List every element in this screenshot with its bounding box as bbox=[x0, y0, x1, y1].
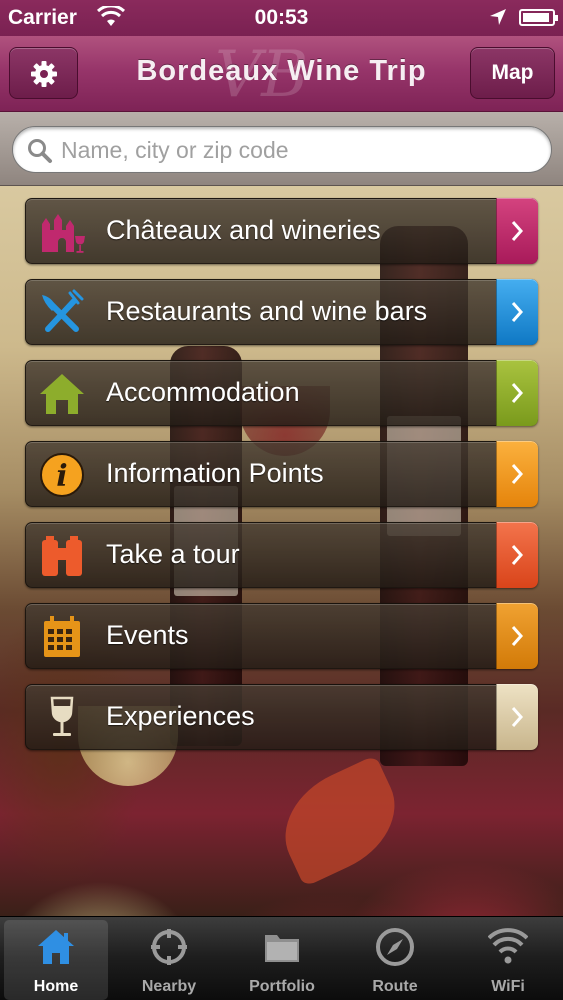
menu-item-experiences[interactable]: Experiences bbox=[25, 684, 538, 750]
menu-item-label: Information Points bbox=[106, 458, 324, 488]
status-bar: Carrier 00:53 bbox=[0, 0, 563, 36]
location-arrow-icon bbox=[488, 7, 508, 33]
chateau-icon bbox=[42, 214, 85, 253]
chevron-right-icon[interactable] bbox=[496, 198, 538, 264]
tab-label: Home bbox=[33, 978, 79, 995]
house-icon bbox=[40, 374, 84, 414]
autumn-leaf-image bbox=[266, 754, 414, 888]
clock: 00:53 bbox=[254, 6, 309, 29]
menu-item-chateaux[interactable]: Châteaux and wineries bbox=[25, 198, 538, 264]
menu-item-restaurants[interactable]: Restaurants and wine bars bbox=[25, 279, 538, 345]
fork-knife-icon bbox=[42, 289, 84, 332]
compass-icon bbox=[376, 928, 414, 966]
menu-item-label: Restaurants and wine bars bbox=[106, 296, 428, 326]
home-icon bbox=[38, 930, 74, 964]
battery-icon bbox=[519, 9, 558, 26]
menu-item-events[interactable]: Events bbox=[25, 603, 538, 669]
tab-bar: Home Nearby Portfolio Route WiFi bbox=[0, 916, 563, 1000]
tab-route[interactable]: Route bbox=[339, 917, 451, 1000]
search-field[interactable] bbox=[12, 126, 552, 173]
info-icon: i bbox=[40, 453, 84, 497]
menu-item-label: Experiences bbox=[106, 701, 255, 731]
tab-label: Portfolio bbox=[249, 978, 315, 995]
tab-label: WiFi bbox=[491, 978, 525, 995]
chevron-right-icon[interactable] bbox=[496, 684, 538, 750]
search-input[interactable] bbox=[61, 135, 531, 165]
menu-item-accommodation[interactable]: Accommodation bbox=[25, 360, 538, 426]
search-icon bbox=[28, 139, 52, 163]
svg-text:i: i bbox=[56, 459, 67, 494]
menu-item-information-points[interactable]: i Information Points bbox=[25, 441, 538, 507]
tab-label: Route bbox=[372, 978, 418, 995]
chevron-right-icon[interactable] bbox=[496, 441, 538, 507]
chevron-right-icon[interactable] bbox=[496, 522, 538, 588]
chevron-right-icon[interactable] bbox=[496, 360, 538, 426]
tab-label: Nearby bbox=[141, 978, 197, 995]
chevron-right-icon[interactable] bbox=[496, 279, 538, 345]
search-bar bbox=[0, 112, 563, 186]
menu-item-take-a-tour[interactable]: Take a tour bbox=[25, 522, 538, 588]
menu-item-label: Take a tour bbox=[106, 539, 240, 569]
tab-portfolio[interactable]: Portfolio bbox=[226, 917, 338, 1000]
wine-glass-icon bbox=[50, 696, 74, 736]
menu-item-label: Events bbox=[106, 620, 189, 650]
crosshair-icon bbox=[151, 929, 187, 965]
menu-item-label: Accommodation bbox=[106, 377, 300, 407]
tab-wifi[interactable]: WiFi bbox=[452, 917, 563, 1000]
chevron-right-icon[interactable] bbox=[496, 603, 538, 669]
tab-nearby[interactable]: Nearby bbox=[113, 917, 225, 1000]
binoculars-icon bbox=[42, 536, 82, 576]
menu-item-label: Châteaux and wineries bbox=[106, 215, 381, 245]
wifi-icon bbox=[488, 928, 528, 964]
folder-icon bbox=[265, 935, 299, 962]
navigation-bar: VB Bordeaux Wine Trip Map bbox=[0, 36, 563, 112]
calendar-icon bbox=[44, 616, 80, 657]
tab-home[interactable]: Home bbox=[4, 920, 108, 1000]
map-button[interactable]: Map bbox=[470, 47, 555, 99]
